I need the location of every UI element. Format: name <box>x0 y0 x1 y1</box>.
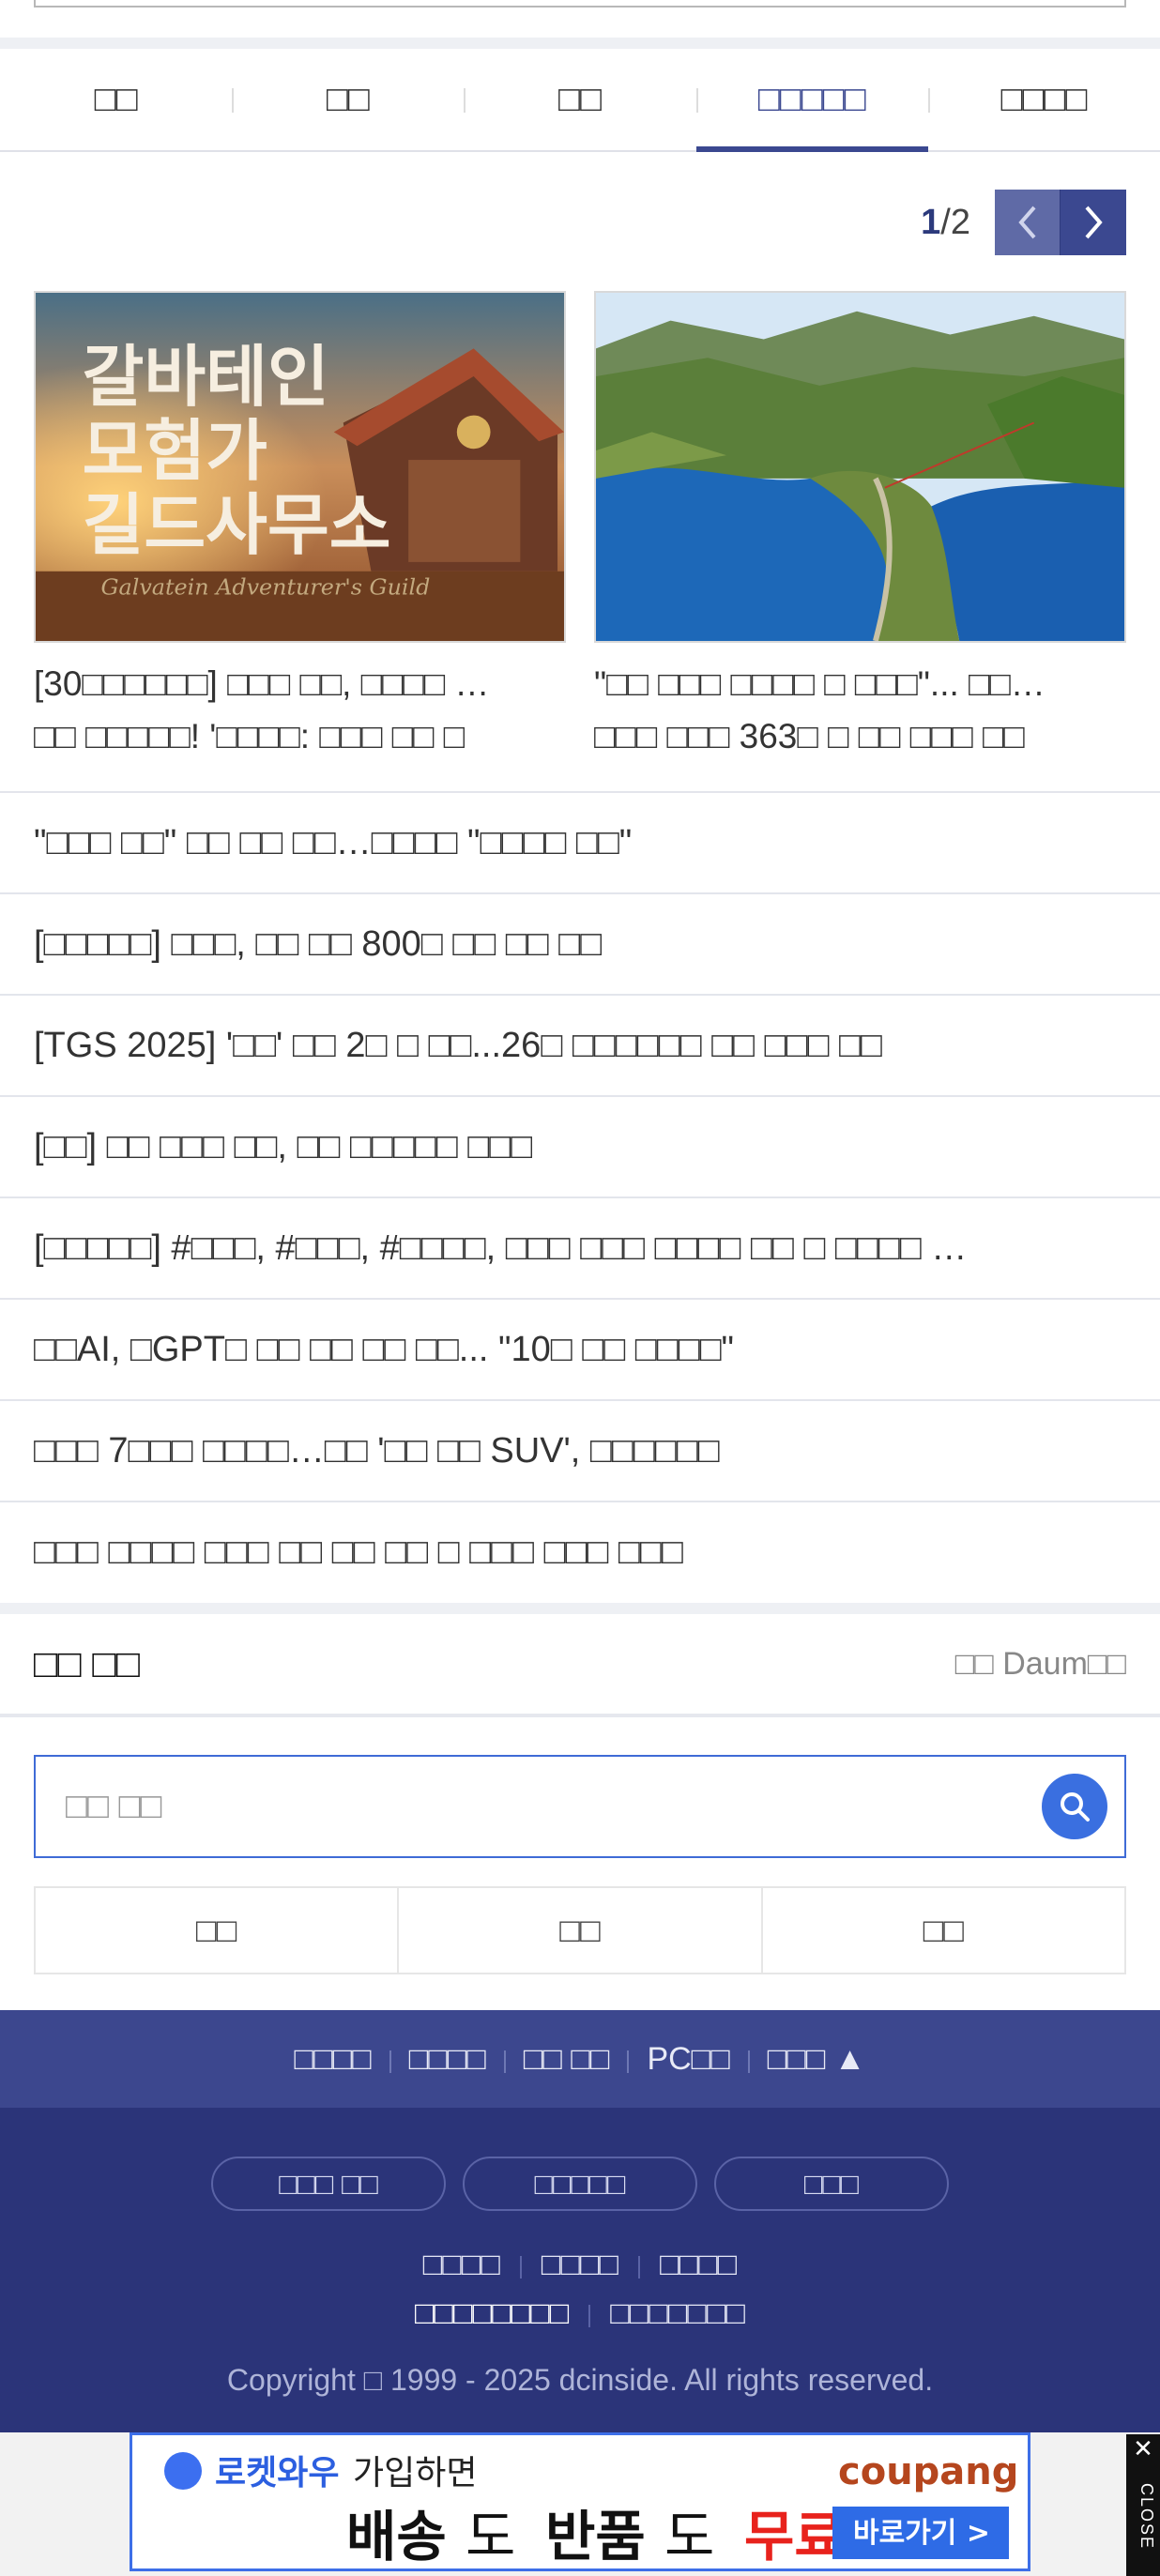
section-header: □□ □□ □□ Daum□□ <box>0 1614 1160 1717</box>
artwork-text-line2: 모험가 <box>83 412 267 490</box>
artwork-text-line3: 길드사무소 <box>83 486 391 564</box>
chevron-left-icon <box>1017 206 1036 239</box>
quick-button-2[interactable]: □□ <box>397 1888 760 1973</box>
footer-pill-3[interactable]: □□□ <box>714 2157 949 2211</box>
coupang-logo: coupang <box>838 2450 1018 2493</box>
chevron-right-icon <box>1085 206 1103 239</box>
ad-brand-text: 로켓와우 <box>215 2454 339 2492</box>
section-source: □□ Daum□□ <box>954 1645 1126 1682</box>
list-item-title: □□□ 7□□□ □□□□…□□ '□□ □□ SUV', □□□□□□ <box>34 1430 720 1471</box>
ad-line2-c: 반품 <box>545 2505 646 2568</box>
card-thumbnail-game[interactable]: 갈바테인 모험가 길드사무소 Galvatein Adventurer's Gu… <box>34 291 566 643</box>
card-title[interactable]: [30□□□□□□] □□□ □□, □□□□ … <box>34 658 566 710</box>
footer-nav-link-1[interactable]: □□□□ <box>276 2041 390 2078</box>
list-item-title: [□□□□□] □□□, □□ □□ 800□ □□ □□ □□ <box>34 923 603 964</box>
artwork-script-text: Galvatein Adventurer's Guild <box>101 574 431 601</box>
carousel-pager: 1/2 <box>921 188 1126 257</box>
footer-nav: □□□□ □□□□ □□ □□ PC□□ □□□ ▲ <box>0 2010 1160 2108</box>
ad-cta-label: 바로가기 > <box>853 2517 990 2550</box>
ad-close-label: CLOSE <box>1137 2483 1156 2551</box>
game-artwork-image: 갈바테인 모험가 길드사무소 Galvatein Adventurer's Gu… <box>36 293 564 641</box>
tab-2[interactable]: □□ <box>232 49 464 150</box>
top-remnant <box>0 0 1160 38</box>
ad-line2-b: 도 <box>466 2505 515 2568</box>
footer-link-privacy[interactable]: □□□□□□□□ <box>394 2295 589 2332</box>
tab-4-active[interactable]: □□□□□ <box>695 49 929 152</box>
list-item[interactable]: [□□□□□] #□□□, #□□□, #□□□□, □□□ □□□ □□□□ … <box>0 1197 1160 1298</box>
list-item[interactable]: [□□□□□] □□□, □□ □□ 800□ □□ □□ □□ <box>0 892 1160 994</box>
tab-3[interactable]: □□ <box>464 49 695 150</box>
ad-line2-d: 도 <box>664 2505 714 2568</box>
footer-link[interactable]: □□□□ <box>403 2247 521 2283</box>
featured-card[interactable]: 갈바테인 모험가 길드사무소 Galvatein Adventurer's Gu… <box>34 291 566 763</box>
news-list: "□□□ □□" □□ □□ □□…□□□□ "□□□□ □□" [□□□□□]… <box>0 791 1160 1602</box>
copyright-text: Copyright □ 1999 - 2025 dcinside. All ri… <box>226 2363 934 2397</box>
footer-link[interactable]: □□□□□□□ <box>588 2295 766 2332</box>
tab-5[interactable]: □□□□ <box>927 49 1160 150</box>
list-item-title: □□AI, □GPT□ □□ □□ □□ □□... "10□ □□ □□□□" <box>34 1329 735 1369</box>
section-title: □□ □□ <box>34 1641 141 1685</box>
footer-pill-2[interactable]: □□□□□ <box>463 2157 697 2211</box>
ad-line1-text: 가입하면 <box>353 2454 477 2492</box>
featured-cards: 갈바테인 모험가 길드사무소 Galvatein Adventurer's Gu… <box>34 291 1126 763</box>
search-input[interactable]: □□ □□ <box>66 1787 1042 1827</box>
quick-button-3[interactable]: □□ <box>760 1888 1124 1973</box>
ad-line2-a: 배송 <box>346 2505 447 2568</box>
next-page-button[interactable] <box>1061 190 1126 255</box>
list-item[interactable]: □□□ □□□□ □□□ □□ □□ □□ □ □□□ □□□ □□□ <box>0 1501 1160 1602</box>
category-tabs: □□ □□ □□ □□□□□ □□□□ <box>0 49 1160 152</box>
footer-pill-group: □□□ □□ □□□□□ □□□ <box>0 2157 1160 2211</box>
lake-landscape-image <box>596 293 1124 641</box>
rocket-icon <box>164 2452 202 2490</box>
card-title[interactable]: "□□ □□□ □□□□ □ □□□"... □□… <box>594 658 1126 710</box>
close-icon: ✕ <box>1133 2434 1153 2462</box>
footer-nav-top-link[interactable]: □□□ ▲ <box>747 2041 885 2078</box>
footer-link[interactable]: □□□□ <box>519 2247 639 2283</box>
artwork-text-line1: 갈바테인 <box>83 338 329 416</box>
search-button[interactable] <box>1042 1774 1107 1839</box>
list-item[interactable]: "□□□ □□" □□ □□ □□…□□□□ "□□□□ □□" <box>0 791 1160 892</box>
list-item-title: "□□□ □□" □□ □□ □□…□□□□ "□□□□ □□" <box>34 822 633 862</box>
list-item-title: [TGS 2025] '□□' □□ 2□ □ □□...26□ □□□□□□ … <box>34 1025 882 1065</box>
list-item[interactable]: □□□ 7□□□ □□□□…□□ '□□ □□ SUV', □□□□□□ <box>0 1399 1160 1501</box>
prev-page-button[interactable] <box>995 190 1061 255</box>
footer-links-row: □□□□ □□□□ □□□□ <box>0 2247 1160 2283</box>
quick-button-1[interactable]: □□ <box>36 1888 397 1973</box>
search-box[interactable]: □□ □□ <box>34 1755 1126 1858</box>
footer-pill-1[interactable]: □□□ □□ <box>211 2157 446 2211</box>
ad-close-button[interactable]: ✕ CLOSE <box>1126 2434 1160 2576</box>
tab-1[interactable]: □□ <box>0 49 232 150</box>
list-item[interactable]: [TGS 2025] '□□' □□ 2□ □ □□...26□ □□□□□□ … <box>0 994 1160 1095</box>
page-counter: 1/2 <box>921 203 970 243</box>
footer: □□□ □□ □□□□□ □□□ □□□□ □□□□ □□□□ □□□□□□□□… <box>0 2108 1160 2432</box>
list-item-title: [□□] □□ □□□ □□, □□ □□□□□ □□□ <box>34 1126 533 1166</box>
card-subtitle[interactable]: □□ □□□□□! '□□□□: □□□ □□ □ <box>34 710 566 763</box>
footer-links-row: □□□□□□□□ □□□□□□□ <box>0 2295 1160 2332</box>
ad-banner[interactable]: 로켓와우 가입하면 coupang 배송 도 반품 도 무료! 바로가기 > <box>130 2432 1030 2571</box>
card-thumbnail-lake[interactable] <box>594 291 1126 643</box>
search-icon <box>1061 1792 1090 1821</box>
list-item[interactable]: [□□] □□ □□□ □□, □□ □□□□□ □□□ <box>0 1095 1160 1197</box>
section-divider <box>0 38 1160 49</box>
top-input-edge <box>34 0 1126 8</box>
footer-nav-link-3[interactable]: □□ □□ <box>503 2041 629 2078</box>
list-item-title: □□□ □□□□ □□□ □□ □□ □□ □ □□□ □□□ □□□ <box>34 1532 683 1572</box>
footer-nav-link-2[interactable]: □□□□ <box>389 2041 505 2078</box>
section-divider <box>0 1603 1160 1614</box>
list-item[interactable]: □□AI, □GPT□ □□ □□ □□ □□... "10□ □□ □□□□" <box>0 1298 1160 1399</box>
footer-link[interactable]: □□□□ <box>638 2247 757 2283</box>
quick-button-group: □□ □□ □□ <box>34 1886 1126 1974</box>
page-current: 1 <box>921 202 941 242</box>
list-item-title: [□□□□□] #□□□, #□□□, #□□□□, □□□ □□□ □□□□ … <box>34 1227 968 1268</box>
page-total: /2 <box>940 202 970 242</box>
featured-card[interactable]: "□□ □□□ □□□□ □ □□□"... □□… □□□ □□□ 363□ … <box>594 291 1126 763</box>
card-subtitle[interactable]: □□□ □□□ 363□ □ □□ □□□ □□ <box>594 710 1126 763</box>
footer-nav-pc-link[interactable]: PC□□ <box>627 2041 748 2078</box>
